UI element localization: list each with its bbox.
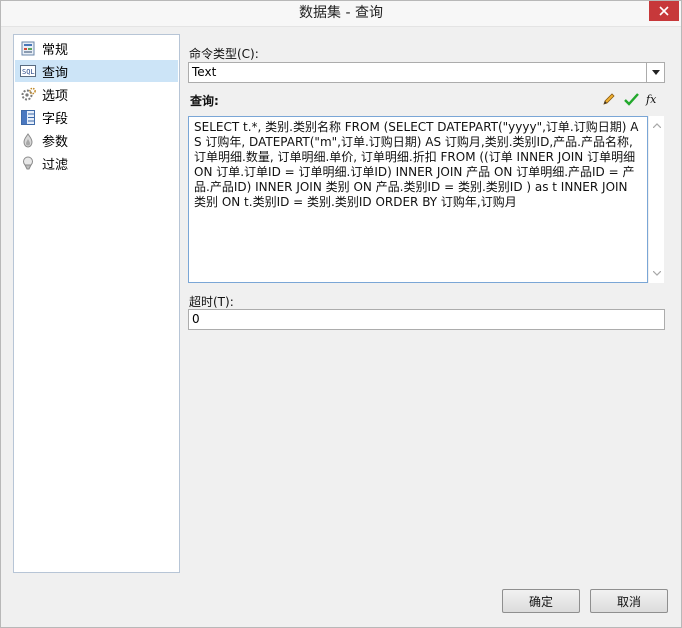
options-icon [20, 86, 36, 102]
query-header [188, 89, 665, 109]
fields-icon [20, 109, 36, 125]
title-bar: 数据集 - 查询 [1, 1, 681, 27]
nav-item-parameters[interactable]: 参数 [15, 129, 178, 151]
close-button[interactable] [649, 1, 679, 21]
nav-item-label: 过滤 [42, 157, 69, 173]
query-icon: SQL [20, 63, 36, 79]
edit-pencil-icon[interactable] [600, 90, 618, 108]
query-textarea[interactable]: SELECT t.*, 类别.类别名称 FROM (SELECT DATEPAR… [188, 116, 648, 283]
timeout-value: 0 [192, 312, 200, 326]
window-title: 数据集 - 查询 [299, 5, 383, 21]
general-icon [20, 40, 36, 56]
timeout-label: 超时(T): [189, 295, 234, 309]
svg-text:SQL: SQL [22, 68, 35, 76]
category-list: 常规 SQL 查询 选项 字段 参数 过滤 [13, 34, 180, 573]
chevron-up-icon[interactable] [649, 118, 664, 133]
query-label: 查询: [190, 94, 219, 108]
nav-item-general[interactable]: 常规 [15, 37, 178, 59]
dataset-query-dialog: 数据集 - 查询 常规 SQL 查询 选项 字段 参数 过滤 命令类型(C): … [0, 0, 682, 628]
parameters-icon [20, 132, 36, 148]
nav-item-filter[interactable]: 过滤 [15, 152, 178, 174]
nav-item-label: 字段 [42, 111, 69, 127]
timeout-input[interactable]: 0 [188, 309, 665, 330]
nav-item-label: 查询 [42, 65, 69, 81]
command-type-value: Text [192, 65, 217, 79]
command-type-select[interactable]: Text [188, 62, 665, 83]
chevron-down-icon[interactable] [649, 266, 664, 281]
nav-item-label: 参数 [42, 134, 69, 150]
nav-item-fields[interactable]: 字段 [15, 106, 178, 128]
nav-item-label: 常规 [42, 42, 69, 58]
expression-fx-icon[interactable]: fx [644, 90, 662, 108]
close-icon [659, 6, 669, 16]
ok-button[interactable]: 确定 [502, 589, 580, 613]
svg-text:fx: fx [645, 93, 657, 106]
nav-item-query[interactable]: SQL 查询 [15, 60, 178, 82]
nav-item-label: 选项 [42, 88, 69, 104]
validate-check-icon[interactable] [622, 90, 640, 108]
query-scrollbar[interactable] [649, 116, 664, 283]
nav-item-options[interactable]: 选项 [15, 83, 178, 105]
filter-icon [20, 155, 36, 171]
cancel-button[interactable]: 取消 [590, 589, 668, 613]
chevron-down-icon[interactable] [646, 63, 664, 82]
query-text: SELECT t.*, 类别.类别名称 FROM (SELECT DATEPAR… [194, 120, 639, 209]
command-type-label: 命令类型(C): [189, 47, 259, 61]
